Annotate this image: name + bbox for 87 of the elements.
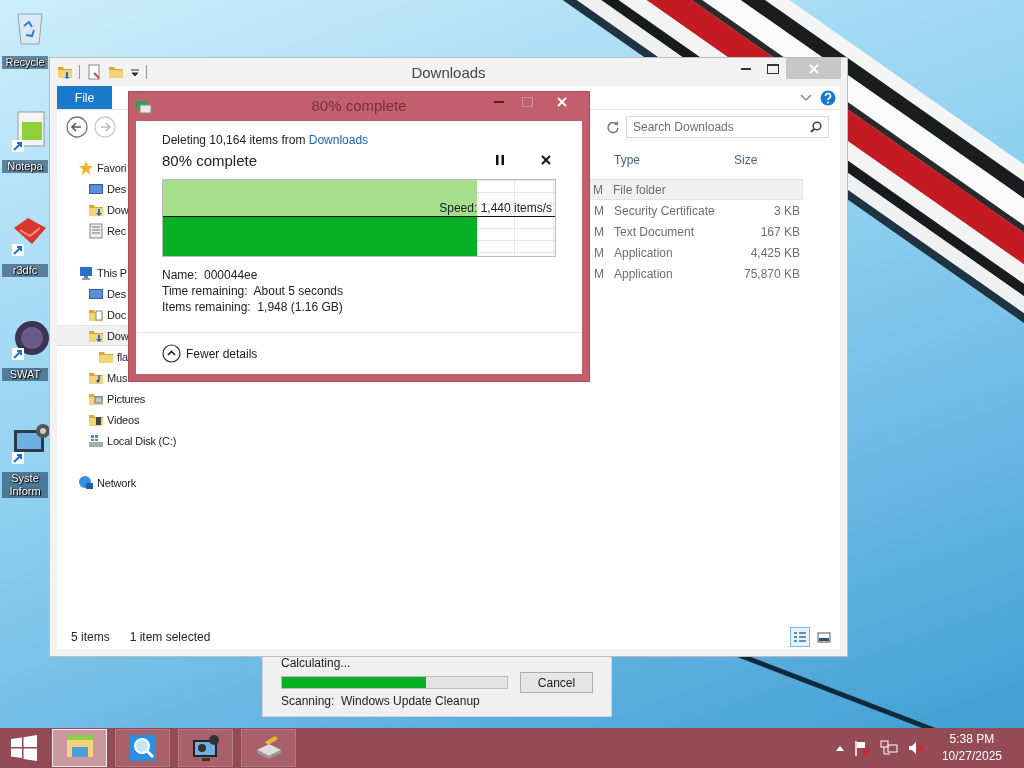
large-icons-view-icon <box>817 630 831 644</box>
nav-item[interactable]: Local Disk (C:) <box>57 430 178 451</box>
progress-heading: 80% complete <box>162 151 258 169</box>
date-cell: M <box>594 224 604 239</box>
new-document-icon[interactable] <box>86 64 102 80</box>
search-field[interactable]: Search Downloads <box>626 116 829 138</box>
speed-label: Speed: 1,440 items/s <box>439 201 552 215</box>
selection-count: 1 item selected <box>129 630 211 644</box>
search-icon <box>810 121 822 133</box>
maximize-icon <box>521 97 533 107</box>
gear-monitor-shortcut-icon[interactable] <box>10 422 50 466</box>
help-icon[interactable] <box>820 89 836 106</box>
nav-item[interactable]: Dow <box>57 199 130 220</box>
taskbar-button[interactable] <box>178 729 233 767</box>
item-count: 5 items <box>71 630 110 644</box>
size-cell-text: 167 KB <box>759 224 801 239</box>
type-cell-text: Application <box>613 266 674 281</box>
size-cell-text: 4,425 KB <box>749 245 801 260</box>
nav-item[interactable]: Favori <box>57 157 128 178</box>
maximize-icon <box>766 63 779 74</box>
nav-item[interactable]: Dow <box>57 325 130 346</box>
desktop-icon-label: Notepa <box>2 160 48 173</box>
nav-item[interactable]: This P <box>57 262 128 283</box>
minimize-icon <box>494 101 504 103</box>
cancel-button[interactable]: Cancel <box>520 672 593 693</box>
nav-item[interactable]: Pictures <box>57 388 147 409</box>
close-icon <box>808 63 819 74</box>
nav-item[interactable]: Videos <box>57 409 141 430</box>
nav-item[interactable]: fla <box>57 346 130 367</box>
copy-files-icon <box>136 99 152 114</box>
dialog-title: 80% complete <box>310 97 408 114</box>
date-cell: M <box>594 245 604 260</box>
taskbar-button[interactable] <box>115 729 170 767</box>
drive-icon <box>88 432 104 449</box>
windows-logo-icon <box>11 735 37 761</box>
show-hidden-icons-icon[interactable] <box>835 745 844 751</box>
nav-item[interactable]: Rec <box>57 220 127 241</box>
round-app-shortcut-icon[interactable] <box>10 318 50 362</box>
type-cell-text: Text Document <box>613 224 696 239</box>
type-cell-text: Security Certificate <box>613 203 716 218</box>
cleanup-status: Calculating... <box>281 656 352 670</box>
refresh-icon[interactable] <box>606 120 620 134</box>
progress-message: Deleting 10,164 items from Downloads <box>162 132 370 148</box>
nav-item[interactable]: Des <box>57 178 127 199</box>
computer-icon <box>78 264 94 281</box>
nav-item[interactable]: Mus <box>57 367 129 388</box>
detail-line: Name: 000044ee <box>162 267 259 283</box>
type-cell-text: File folder <box>612 182 667 197</box>
flag-error-icon[interactable] <box>853 740 870 756</box>
date-cell: M <box>594 266 604 281</box>
close-icon <box>541 155 551 165</box>
scanning-status: Scanning: Windows Update Cleanup <box>281 694 481 708</box>
desktop-icon-label: Recycle <box>2 56 48 69</box>
window-title: Downloads <box>410 64 487 81</box>
desktop-icon-label: SWAT <box>2 368 48 381</box>
expand-ribbon-icon[interactable] <box>800 93 812 102</box>
document-icon <box>88 222 104 239</box>
nav-item[interactable]: Network <box>57 472 137 493</box>
nav-item[interactable]: Des <box>57 283 127 304</box>
close-icon <box>557 97 567 107</box>
column-header[interactable]: Type <box>608 153 728 167</box>
column-header[interactable]: Size <box>728 153 803 167</box>
taskbar-button[interactable] <box>241 729 296 767</box>
minimize-icon <box>740 67 751 70</box>
type-cell-text: Application <box>613 245 674 260</box>
network-icon <box>78 474 94 491</box>
clock-time[interactable]: 5:38 PM <box>949 731 995 748</box>
desktop-icon-label: Syste Inform <box>2 472 48 498</box>
date-cell: M <box>594 203 604 218</box>
size-cell-text: 3 KB <box>773 203 801 218</box>
speaker-muted-icon[interactable] <box>907 740 924 756</box>
pause-icon <box>496 155 504 165</box>
nav-item[interactable]: Doc <box>57 304 127 325</box>
date-cell: M <box>593 182 603 197</box>
details-view-icon <box>793 630 807 644</box>
back-icon[interactable] <box>66 116 88 138</box>
fewer-details-button[interactable]: Fewer details <box>162 344 258 363</box>
clock-date[interactable]: 10/27/2025 <box>941 748 1002 765</box>
star-icon <box>78 159 94 176</box>
detail-line: Time remaining: About 5 seconds <box>162 283 344 299</box>
collapse-icon <box>162 344 181 363</box>
network-error-icon[interactable] <box>879 740 898 756</box>
file-tab[interactable]: File <box>57 86 112 109</box>
size-cell-text: 75,870 KB <box>742 266 801 281</box>
desktop-icon-label: r3dfc <box>2 264 48 277</box>
source-link[interactable]: Downloads <box>308 133 369 147</box>
detail-line: Items remaining: 1,948 (1.16 GB) <box>162 299 344 315</box>
